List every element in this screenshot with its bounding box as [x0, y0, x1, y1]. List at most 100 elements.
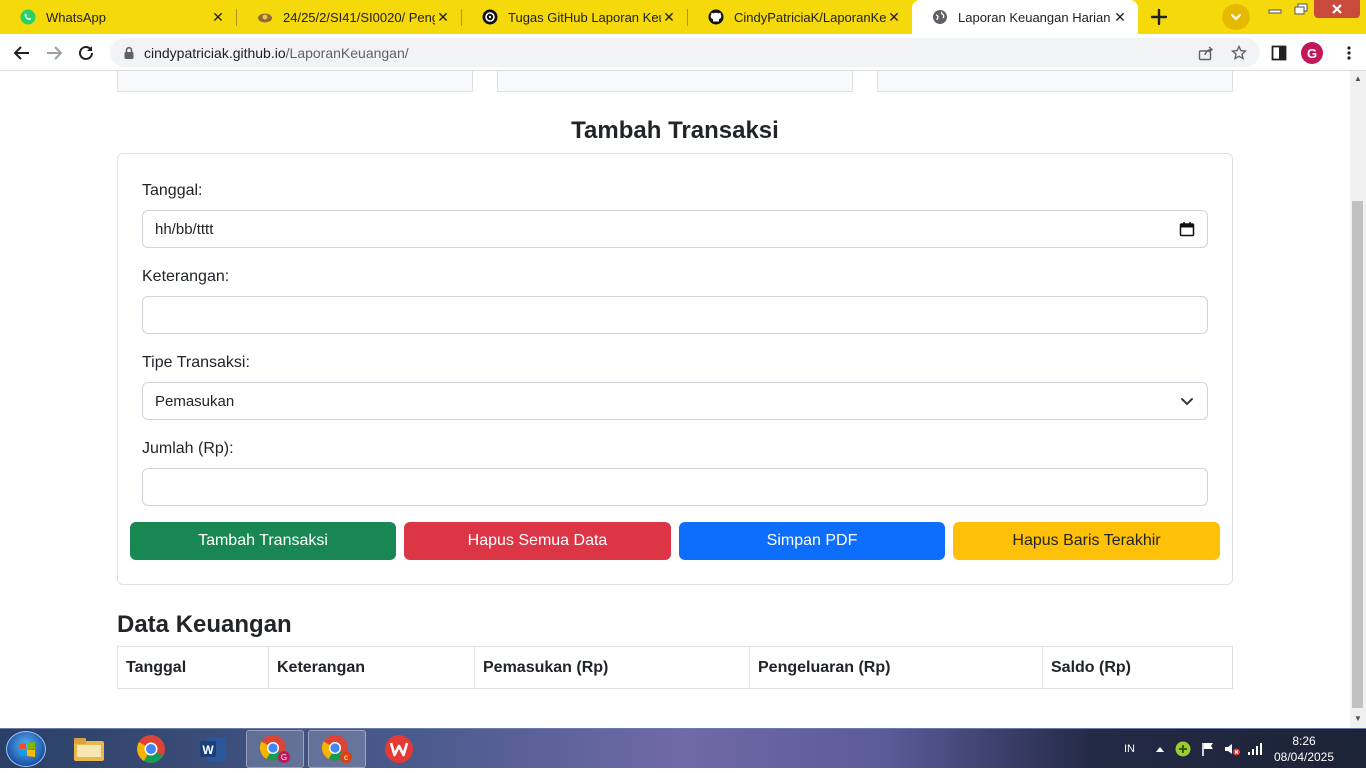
show-hidden-icons[interactable]: [1155, 729, 1165, 769]
summary-card: [117, 71, 473, 92]
chrome-icon: [137, 735, 165, 763]
date-placeholder: hh/bb/tttt: [155, 220, 214, 238]
close-icon[interactable]: ✕: [435, 9, 451, 25]
profile-avatar[interactable]: G: [1301, 42, 1323, 64]
clear-all-button[interactable]: Hapus Semua Data: [404, 522, 671, 560]
page-viewport: Tambah Transaksi Tanggal: hh/bb/tttt Ket…: [0, 71, 1350, 728]
close-icon[interactable]: ✕: [1112, 9, 1128, 25]
close-window-button[interactable]: [1314, 0, 1360, 18]
system-clock[interactable]: 8:26 08/04/2025: [1272, 733, 1336, 765]
taskbar-chrome[interactable]: [122, 730, 180, 768]
taskbar: W G c IN 8:26 08/04/2025: [0, 728, 1366, 768]
minimize-icon: [1268, 9, 1282, 14]
transaction-type-select[interactable]: Pemasukan: [142, 382, 1208, 420]
globe-icon: [932, 9, 948, 25]
language-indicator[interactable]: IN: [1124, 729, 1135, 769]
bookmark-star-icon[interactable]: [1231, 45, 1247, 61]
tray-app-icon[interactable]: [1175, 729, 1191, 769]
table-header-income: Pemasukan (Rp): [474, 646, 750, 689]
add-transaction-button[interactable]: Tambah Transaksi: [130, 522, 396, 560]
wps-icon: [385, 735, 413, 763]
delete-last-row-button[interactable]: Hapus Baris Terakhir: [953, 522, 1220, 560]
table-header-description: Keterangan: [268, 646, 475, 689]
transaction-type-value: Pemasukan: [155, 392, 235, 410]
date-input[interactable]: hh/bb/tttt: [142, 210, 1208, 248]
menu-button[interactable]: [1336, 40, 1362, 66]
svg-text:W: W: [202, 743, 214, 757]
tab-course[interactable]: 24/25/2/SI41/SI0020/ Pengem ✕: [237, 0, 461, 34]
transaction-type-label: Tipe Transaksi:: [142, 354, 250, 371]
taskbar-wps[interactable]: [370, 730, 428, 768]
share-icon[interactable]: [1198, 45, 1214, 61]
flag-icon: [1202, 743, 1213, 756]
word-icon: W: [200, 737, 226, 761]
taskbar-chrome-profile-g[interactable]: G: [246, 730, 304, 768]
form-title: Tambah Transaksi: [571, 117, 779, 144]
tray-plus-icon: [1175, 741, 1191, 757]
chevron-up-icon: [1156, 747, 1164, 752]
tab-github[interactable]: CindyPatriciaK/LaporanKeuang ✕: [688, 0, 912, 34]
scroll-thumb[interactable]: [1352, 201, 1363, 708]
scroll-up-arrow[interactable]: ▲: [1353, 75, 1363, 83]
table-header-row: Tanggal Keterangan Pemasukan (Rp) Pengel…: [117, 646, 1233, 689]
summary-card: [877, 71, 1233, 92]
calendar-icon[interactable]: [1179, 221, 1195, 237]
volume-icon[interactable]: [1223, 729, 1241, 769]
side-panel-button[interactable]: [1266, 40, 1292, 66]
summary-card: [497, 71, 853, 92]
network-icon[interactable]: [1247, 729, 1263, 769]
kebab-menu-icon: [1347, 46, 1351, 60]
tab-chatgpt[interactable]: Tugas GitHub Laporan Keuang ✕: [462, 0, 687, 34]
table-header-balance: Saldo (Rp): [1042, 646, 1233, 689]
forward-button[interactable]: [41, 40, 67, 66]
tab-laporan-keuangan[interactable]: Laporan Keuangan Harian ✕: [912, 0, 1138, 34]
back-button[interactable]: [9, 40, 35, 66]
taskbar-file-explorer[interactable]: [60, 730, 118, 768]
chrome-profile-icon: G: [259, 735, 290, 763]
vertical-scrollbar[interactable]: ▲ ▼: [1350, 71, 1366, 728]
svg-text:c: c: [344, 753, 348, 762]
url-path: /LaporanKeuangan/: [285, 44, 409, 61]
close-icon[interactable]: ✕: [661, 9, 677, 25]
chevron-down-icon: [1181, 398, 1193, 406]
new-tab-button[interactable]: [1145, 4, 1173, 30]
tab-search-button[interactable]: [1222, 4, 1250, 30]
description-input[interactable]: [142, 296, 1208, 334]
close-icon[interactable]: ✕: [886, 9, 902, 25]
action-center-icon[interactable]: [1200, 729, 1216, 769]
clock-date: 08/04/2025: [1273, 750, 1335, 764]
start-button[interactable]: [6, 731, 46, 767]
tab-label: Tugas GitHub Laporan Keuang: [508, 9, 661, 25]
minimize-button[interactable]: [1262, 0, 1288, 18]
close-window-icon: [1332, 4, 1342, 14]
browser-toolbar: cindypatriciak.github.io/LaporanKeuangan…: [0, 34, 1366, 71]
amount-label: Jumlah (Rp):: [142, 440, 234, 457]
tab-label: CindyPatriciaK/LaporanKeuang: [734, 9, 886, 25]
scroll-down-arrow[interactable]: ▼: [1353, 715, 1363, 723]
folder-icon: [74, 738, 104, 761]
address-bar[interactable]: cindypatriciak.github.io/LaporanKeuangan…: [110, 38, 1260, 67]
transaction-form: Tanggal: hh/bb/tttt Keterangan: Tipe Tra…: [117, 153, 1233, 585]
signal-bars-icon: [1248, 743, 1262, 755]
clock-time: 8:26: [1292, 734, 1316, 748]
chatgpt-icon: [482, 9, 498, 25]
course-icon: [257, 9, 273, 25]
lock-icon: [124, 46, 134, 59]
taskbar-chrome-profile-c[interactable]: c: [308, 730, 366, 768]
side-panel-icon: [1271, 45, 1287, 61]
table-header-date: Tanggal: [117, 646, 269, 689]
amount-input[interactable]: [142, 468, 1208, 506]
github-icon: [708, 9, 724, 25]
data-section-title: Data Keuangan: [117, 611, 292, 638]
taskbar-word[interactable]: W: [184, 730, 242, 768]
whatsapp-icon: [20, 9, 36, 25]
reload-button[interactable]: [73, 40, 99, 66]
description-label: Keterangan:: [142, 268, 230, 285]
restore-button[interactable]: [1288, 0, 1314, 18]
close-icon[interactable]: ✕: [210, 9, 226, 25]
save-pdf-button[interactable]: Simpan PDF: [679, 522, 945, 560]
tab-whatsapp[interactable]: WhatsApp ✕: [0, 0, 236, 34]
svg-text:G: G: [281, 753, 287, 762]
forward-arrow-icon: [47, 46, 63, 60]
chevron-down-icon: [1230, 13, 1242, 21]
